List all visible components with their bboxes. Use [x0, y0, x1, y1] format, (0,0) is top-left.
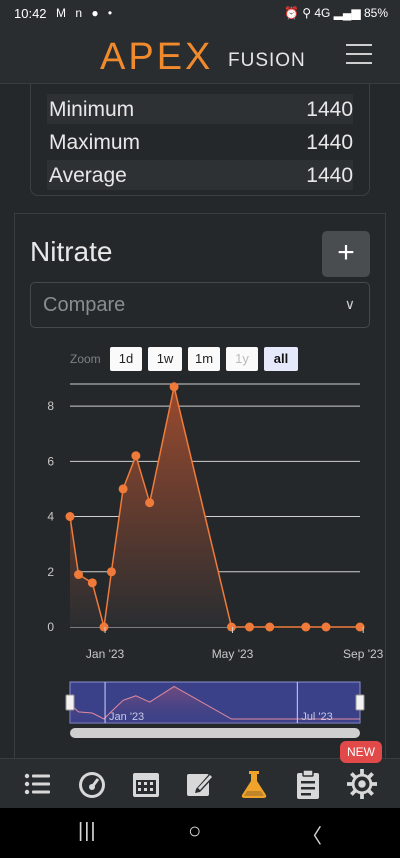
recent-apps-button[interactable]: ||| — [78, 820, 97, 843]
zoom-1w-button[interactable]: 1w — [148, 347, 182, 371]
x-tick-label: Sep '23 — [343, 647, 384, 661]
zoom-1m-button[interactable]: 1m — [188, 347, 220, 371]
x-tick-label: May '23 — [212, 647, 254, 661]
navigator-handle[interactable] — [65, 694, 75, 711]
y-tick-label: 8 — [47, 399, 54, 413]
stat-value: 1440 — [306, 164, 353, 187]
x-axis-ticks: Jan '23 May '23 Sep '23 — [86, 627, 384, 661]
series-area-fill — [70, 386, 360, 627]
navigator-scrollbar[interactable] — [70, 728, 360, 738]
logo-apex-text: APEX — [100, 36, 214, 78]
stat-row-average: Average 1440 — [47, 160, 353, 190]
navigator-label: Jul '23 — [301, 711, 332, 723]
stat-value: 1440 — [306, 131, 353, 154]
data-point — [145, 498, 155, 508]
x-tick-label: Jan '23 — [86, 647, 125, 661]
data-point — [245, 622, 255, 632]
statistics-card: Minimum 1440 Maximum 1440 Average 1440 — [30, 84, 370, 196]
y-tick-label: 0 — [47, 620, 54, 634]
nitrate-chart[interactable]: 0 2 4 6 8 Jan '23 May '23 Sep '23 Jan '23 Jul '… — [0, 370, 400, 742]
data-point — [106, 567, 116, 577]
edit-note-icon[interactable] — [184, 769, 216, 799]
zoom-1y-button[interactable]: 1y — [226, 347, 258, 371]
zoom-label: Zoom — [70, 352, 101, 366]
data-point — [87, 578, 97, 588]
data-point — [73, 570, 83, 580]
y-tick-label: 4 — [47, 510, 54, 524]
add-button[interactable]: + — [322, 231, 370, 277]
zoom-1d-button[interactable]: 1d — [110, 347, 142, 371]
status-right-icons: ⏰ ⚲ 4G ▂▄▆ 85% — [283, 6, 388, 20]
back-button[interactable]: 〈 — [302, 820, 322, 849]
data-point — [118, 484, 128, 494]
section-divider — [14, 213, 386, 214]
apex-fusion-logo[interactable]: APEX FUSION — [100, 36, 305, 78]
navigator-handle[interactable] — [355, 694, 365, 711]
app-header: APEX FUSION — [0, 28, 400, 84]
measurement-title: Nitrate — [30, 236, 113, 267]
calendar-icon[interactable] — [130, 769, 162, 799]
zoom-all-button[interactable]: all — [264, 347, 298, 371]
status-time: 10:42 — [14, 6, 47, 21]
status-bar: 10:42 M n ● • ⏰ ⚲ 4G ▂▄▆ 85% — [0, 0, 400, 28]
data-point — [301, 622, 311, 632]
menu-icon[interactable] — [346, 44, 372, 66]
system-navigation-bar: ||| ○ 〈 — [0, 808, 400, 858]
y-axis-ticks: 0 2 4 6 8 — [47, 399, 54, 634]
dashboard-gauge-icon[interactable] — [76, 769, 108, 799]
settings-gear-icon[interactable] — [346, 769, 378, 799]
logo-fusion-text: FUSION — [228, 50, 306, 71]
y-tick-label: 6 — [47, 454, 54, 468]
data-point — [265, 622, 275, 632]
compare-placeholder: Compare — [43, 294, 126, 316]
new-badge: NEW — [340, 741, 382, 763]
stat-label: Average — [49, 164, 127, 187]
stat-label: Minimum — [49, 98, 135, 121]
data-point — [169, 382, 179, 392]
compare-select[interactable]: Compare ∨ — [30, 282, 370, 328]
data-point — [65, 512, 75, 522]
navigator-label: Jan '23 — [109, 711, 144, 723]
range-navigator: Jan '23 Jul '23 — [65, 681, 365, 738]
data-point — [99, 622, 109, 632]
chevron-down-icon: ∨ — [344, 296, 355, 312]
list-icon[interactable] — [22, 769, 54, 799]
flask-icon[interactable] — [238, 769, 270, 799]
stat-row-maximum: Maximum 1440 — [47, 127, 353, 157]
stat-row-minimum: Minimum 1440 — [47, 94, 353, 124]
data-point — [226, 622, 236, 632]
data-point — [131, 451, 141, 461]
y-tick-label: 2 — [47, 565, 54, 579]
stat-value: 1440 — [306, 98, 353, 121]
data-point — [321, 622, 331, 632]
bottom-navigation — [0, 758, 400, 808]
stat-label: Maximum — [49, 131, 141, 154]
home-button[interactable]: ○ — [188, 818, 201, 844]
notification-icons: M n ● • — [56, 6, 116, 20]
clipboard-icon[interactable] — [292, 769, 324, 799]
